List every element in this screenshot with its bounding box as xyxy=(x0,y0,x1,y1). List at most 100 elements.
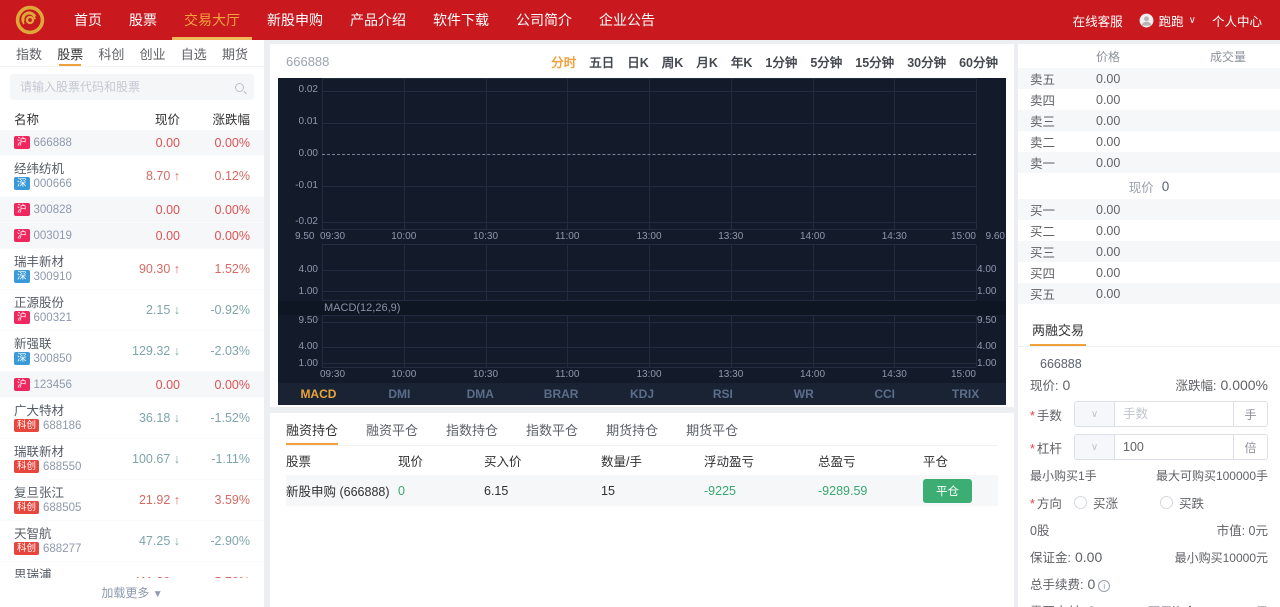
market-tab-创业[interactable]: 创业 xyxy=(140,40,166,66)
level-label: 买三 xyxy=(1030,242,1096,261)
nav-item-新股申购[interactable]: 新股申购 xyxy=(267,0,323,40)
nav-item-企业公告[interactable]: 企业公告 xyxy=(599,0,655,40)
sell-row-2[interactable]: 卖四0.00 xyxy=(1018,89,1280,110)
stock-row-688186[interactable]: 广大特材科创68818636.18 ↓-1.52% xyxy=(0,398,264,439)
period-tab-30分钟[interactable]: 30分钟 xyxy=(907,52,946,71)
personal-center-link[interactable]: 个人中心 xyxy=(1212,11,1262,30)
stock-row-300828[interactable]: 沪3008280.000.00% xyxy=(0,197,264,223)
user-menu[interactable]: 跑跑 ∨ xyxy=(1139,11,1196,30)
indicator-tab-DMA[interactable]: DMA xyxy=(440,387,521,401)
load-more-button[interactable]: 加载更多 ▼ xyxy=(0,584,264,601)
search-icon[interactable] xyxy=(235,83,244,92)
online-service-link[interactable]: 在线客服 xyxy=(1073,11,1123,30)
nav-item-软件下载[interactable]: 软件下载 xyxy=(433,0,489,40)
period-tab-15分钟[interactable]: 15分钟 xyxy=(855,52,894,71)
search-input[interactable] xyxy=(20,80,235,94)
period-tab-年K[interactable]: 年K xyxy=(731,52,753,71)
indicator-tab-KDJ[interactable]: KDJ xyxy=(602,387,683,401)
stock-row-123456[interactable]: 沪1234560.000.00% xyxy=(0,372,264,398)
stock-row-666888[interactable]: 沪6668880.000.00% xyxy=(0,130,264,156)
position-qty: 15 xyxy=(601,484,704,498)
positions-column-header: 现价 xyxy=(398,451,484,470)
indicator-tab-BRAR[interactable]: BRAR xyxy=(521,387,602,401)
close-position-button[interactable]: 平仓 xyxy=(923,479,972,503)
buy-row-2[interactable]: 买二0.00 xyxy=(1018,220,1280,241)
market-tab-股票[interactable]: 股票 xyxy=(57,40,83,66)
buy-row-3[interactable]: 买三0.00 xyxy=(1018,241,1280,262)
stock-row-300850[interactable]: 新强联深300850129.32 ↓-2.03% xyxy=(0,331,264,372)
time-tick: 09:30 xyxy=(320,369,345,380)
buy-row-1[interactable]: 买一0.00 xyxy=(1018,199,1280,220)
level-price: 0.00 xyxy=(1096,203,1188,217)
stock-row-688505[interactable]: 复旦张江科创68850521.92 ↑3.59% xyxy=(0,480,264,521)
tab-margin-trading[interactable]: 两融交易 xyxy=(1030,312,1086,346)
lots-input[interactable] xyxy=(1115,402,1233,426)
market-badge: 沪 xyxy=(14,229,30,242)
period-tab-1分钟[interactable]: 1分钟 xyxy=(765,52,797,71)
market-tab-自选[interactable]: 自选 xyxy=(181,40,207,66)
position-float-pl: -9225 xyxy=(704,484,818,498)
indicator-tab-RSI[interactable]: RSI xyxy=(682,387,763,401)
leverage-input[interactable] xyxy=(1115,435,1233,459)
market-tab-科创[interactable]: 科创 xyxy=(98,40,124,66)
period-tab-分时[interactable]: 分时 xyxy=(551,52,576,71)
brand-logo-icon[interactable] xyxy=(14,4,46,36)
position-tab-指数持仓[interactable]: 指数持仓 xyxy=(446,413,498,445)
stock-row-000666[interactable]: 经纬纺机深0006668.70 ↑0.12% xyxy=(0,156,264,197)
period-tab-周K[interactable]: 周K xyxy=(662,52,684,71)
time-axis-bottom: 09:3010:0010:3011:0013:0013:3014:0014:30… xyxy=(322,368,976,381)
position-tab-融资持仓[interactable]: 融资持仓 xyxy=(286,413,338,445)
nav-item-产品介绍[interactable]: 产品介绍 xyxy=(350,0,406,40)
stock-identity: 沪 003019 xyxy=(14,229,102,243)
stock-row-688550[interactable]: 瑞联新材科创688550100.67 ↓-1.11% xyxy=(0,439,264,480)
stock-code: 003019 xyxy=(34,229,72,243)
stock-row-600321[interactable]: 正源股份沪6003212.15 ↓-0.92% xyxy=(0,290,264,331)
position-tab-融资平仓[interactable]: 融资平仓 xyxy=(366,413,418,445)
leverage-select[interactable]: ∨ xyxy=(1075,435,1115,459)
sell-row-1[interactable]: 卖五0.00 xyxy=(1018,68,1280,89)
stock-row-688536[interactable]: 思瑞浦科创688536411.20 ↑5.79% xyxy=(0,562,264,578)
period-tab-五日[interactable]: 五日 xyxy=(589,52,614,71)
radio-buy-up[interactable]: 买涨 xyxy=(1074,493,1118,512)
period-tab-60分钟[interactable]: 60分钟 xyxy=(959,52,998,71)
stock-identity: 思瑞浦科创688536 xyxy=(14,568,102,579)
nav-item-首页[interactable]: 首页 xyxy=(74,0,102,40)
nav-item-公司简介[interactable]: 公司简介 xyxy=(516,0,572,40)
indicator-tab-WR[interactable]: WR xyxy=(763,387,844,401)
period-tab-5分钟[interactable]: 5分钟 xyxy=(810,52,842,71)
axis-label: -0.02 xyxy=(278,217,318,227)
indicator-tab-DMI[interactable]: DMI xyxy=(359,387,440,401)
time-axis: 09:3010:0010:3011:0013:0013:3014:0014:30… xyxy=(322,230,976,244)
indicator-tab-CCI[interactable]: CCI xyxy=(844,387,925,401)
chart-area[interactable]: 0.020.010.00-0.01-0.02 09:3010:0010:3011… xyxy=(278,78,1006,405)
sell-row-5[interactable]: 卖一0.00 xyxy=(1018,152,1280,173)
indicator-tab-TRIX[interactable]: TRIX xyxy=(925,387,1006,401)
market-tab-期货[interactable]: 期货 xyxy=(222,40,248,66)
period-tab-月K[interactable]: 月K xyxy=(696,52,718,71)
position-tab-期货持仓[interactable]: 期货持仓 xyxy=(606,413,658,445)
sell-row-3[interactable]: 卖三0.00 xyxy=(1018,110,1280,131)
stock-identity: 沪123456 xyxy=(14,378,102,392)
position-tab-指数平仓[interactable]: 指数平仓 xyxy=(526,413,578,445)
market-badge: 沪 xyxy=(14,136,30,149)
radio-buy-down[interactable]: 买跌 xyxy=(1160,493,1204,512)
buy-row-5[interactable]: 买五0.00 xyxy=(1018,283,1280,304)
nav-item-股票[interactable]: 股票 xyxy=(129,0,157,40)
stock-row-003019[interactable]: 沪0030190.000.00% xyxy=(0,223,264,249)
axis-label: 9.50 xyxy=(278,316,318,326)
stock-row-300910[interactable]: 瑞丰新材深30091090.30 ↑1.52% xyxy=(0,249,264,290)
nav-item-交易大厅[interactable]: 交易大厅 xyxy=(184,0,240,40)
stock-price: 129.32 ↓ xyxy=(102,344,180,358)
stock-code: 666888 xyxy=(34,136,72,150)
position-tab-期货平仓[interactable]: 期货平仓 xyxy=(686,413,738,445)
position-tabs: 融资持仓融资平仓指数持仓指数平仓期货持仓期货平仓 xyxy=(286,413,998,446)
axis-label: 4.00 xyxy=(977,342,1005,352)
market-tab-指数[interactable]: 指数 xyxy=(16,40,42,66)
info-icon[interactable]: i xyxy=(1098,580,1110,592)
sell-row-4[interactable]: 卖二0.00 xyxy=(1018,131,1280,152)
indicator-tab-MACD[interactable]: MACD xyxy=(278,387,359,401)
period-tab-日K[interactable]: 日K xyxy=(627,52,649,71)
lots-select[interactable]: ∨ xyxy=(1075,402,1115,426)
stock-row-688277[interactable]: 天智航科创68827747.25 ↓-2.90% xyxy=(0,521,264,562)
buy-row-4[interactable]: 买四0.00 xyxy=(1018,262,1280,283)
